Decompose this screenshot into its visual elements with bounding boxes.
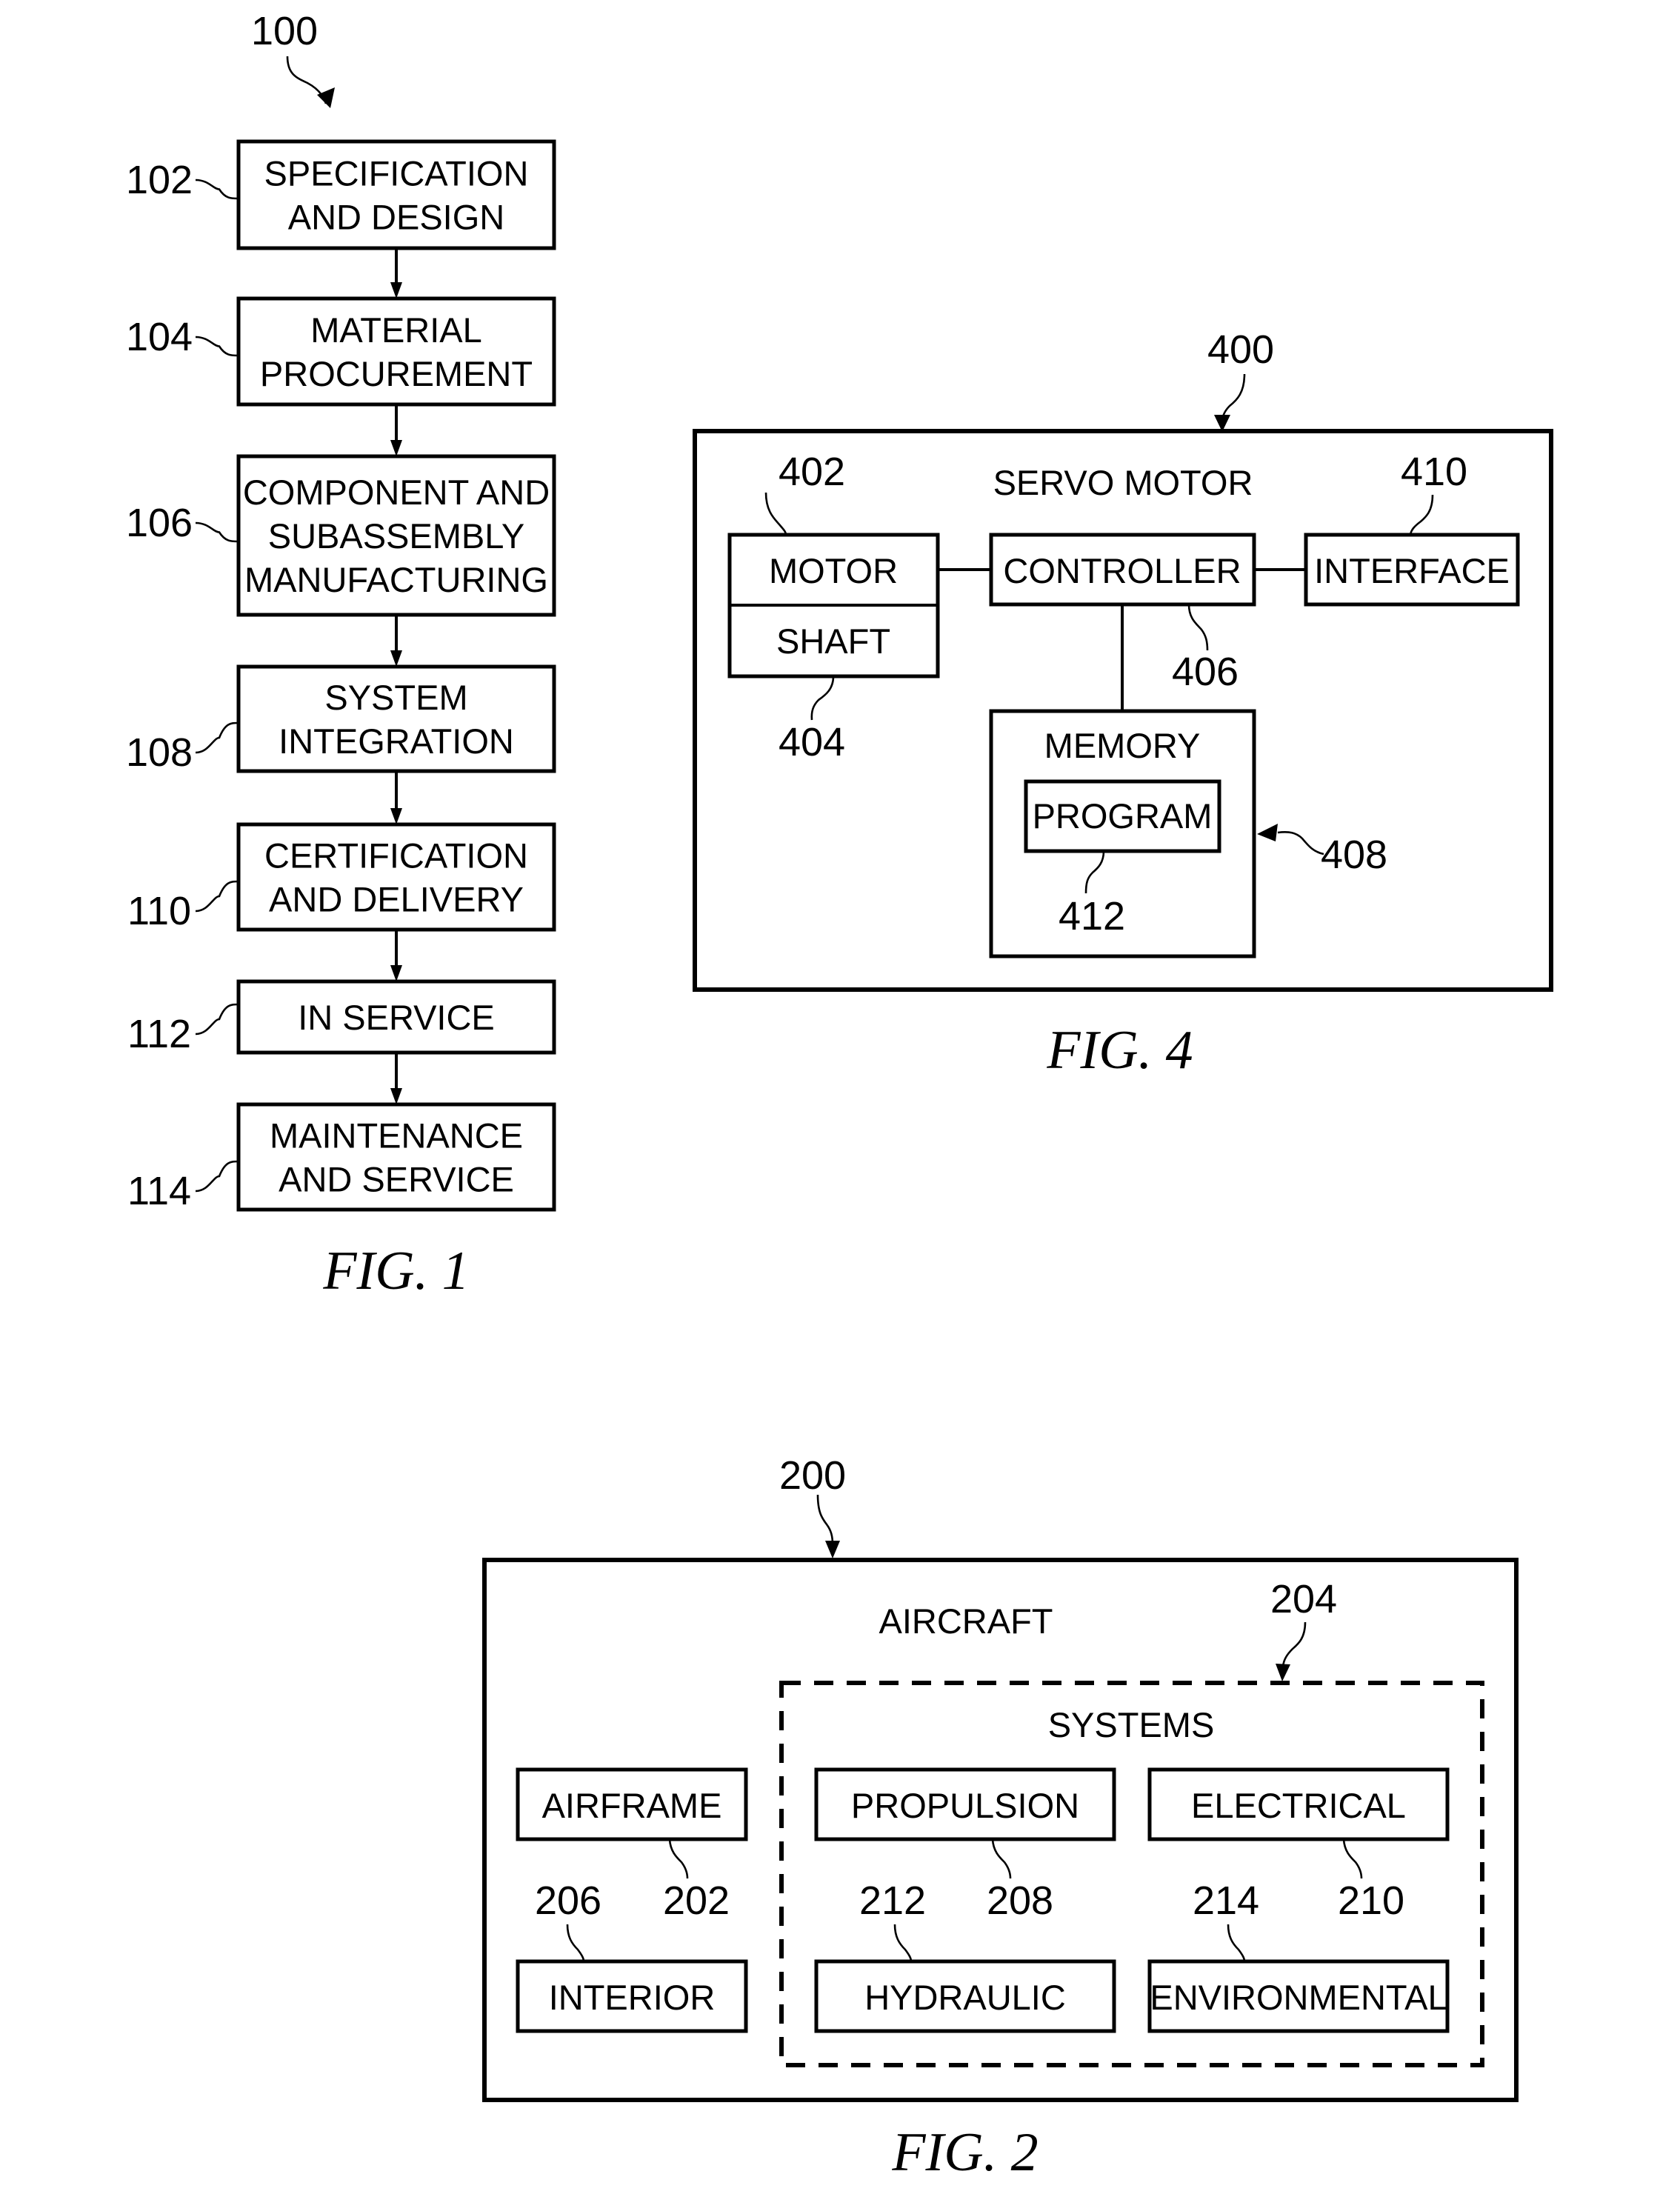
- aircraft-title: AIRCRAFT: [879, 1601, 1053, 1641]
- flow-step-ref: 114: [127, 1169, 191, 1213]
- flow-step-label: MAINTENANCE: [270, 1116, 523, 1156]
- flow-step-ref-leader: [195, 880, 239, 913]
- flow-step-label: AND DELIVERY: [269, 880, 524, 919]
- fig1-ref-label: 100: [251, 9, 318, 53]
- controller-label: CONTROLLER: [1003, 551, 1241, 590]
- electrical-ref: 210: [1338, 1878, 1404, 1923]
- servo-motor-title: SERVO MOTOR: [993, 463, 1253, 502]
- fig4-caption: FIG. 4: [1046, 1020, 1193, 1081]
- systems-ref: 204: [1270, 1577, 1337, 1621]
- flow-step-label: SUBASSEMBLY: [268, 516, 525, 556]
- flow-arrowhead-icon: [390, 282, 402, 299]
- airframe-ref: 202: [663, 1878, 730, 1923]
- memory-label: MEMORY: [1044, 726, 1201, 765]
- fig4-ref-label: 400: [1207, 327, 1274, 372]
- flow-step-label: MATERIAL: [310, 310, 482, 350]
- flow-step-label: SYSTEM: [324, 678, 467, 717]
- shaft-ref: 404: [779, 720, 845, 764]
- motor-ref: 402: [779, 450, 845, 494]
- controller-ref: 406: [1172, 650, 1239, 694]
- patent-drawing-sheet: 100 SPECIFICATION AND DESIGN 102 MATERIAL PR…: [126, 9, 1553, 2183]
- memory-ref: 408: [1321, 833, 1387, 877]
- hydraulic-ref: 212: [859, 1878, 926, 1923]
- flow-step-label: CERTIFICATION: [264, 836, 528, 876]
- program-ref: 412: [1059, 894, 1125, 938]
- systems-label: SYSTEMS: [1048, 1705, 1215, 1744]
- flow-step-ref-leader: [195, 179, 239, 200]
- flow-step-ref-leader: [195, 521, 239, 543]
- interior-ref: 206: [535, 1878, 601, 1923]
- airframe-label: AIRFRAME: [542, 1786, 722, 1825]
- flow-step-ref: 112: [127, 1012, 191, 1056]
- figure-1-flowchart: 100 SPECIFICATION AND DESIGN 102 MATERIAL PR…: [126, 9, 556, 1301]
- flow-arrowhead-icon: [390, 650, 402, 667]
- fig2-caption: FIG. 2: [891, 2122, 1038, 2183]
- flow-step-ref-leader: [195, 1003, 239, 1036]
- fig1-ref-arrowhead-icon: [317, 87, 335, 108]
- environmental-label: ENVIRONMENTAL: [1150, 1978, 1447, 2017]
- propulsion-ref: 208: [987, 1878, 1053, 1923]
- flow-arrowhead-icon: [390, 440, 402, 456]
- flow-step-label: IN SERVICE: [298, 998, 495, 1037]
- program-label: PROGRAM: [1033, 796, 1213, 836]
- figure-2-aircraft: 200 AIRCRAFT SYSTEMS 204 AIRFRAME 202 IN…: [482, 1453, 1519, 2183]
- flow-step-ref-leader: [195, 336, 239, 357]
- flow-step-label: SPECIFICATION: [264, 154, 529, 193]
- flow-arrowhead-icon: [390, 808, 402, 824]
- flow-arrowhead-icon: [390, 965, 402, 981]
- flow-step-ref: 102: [126, 158, 193, 202]
- flow-step-label: AND SERVICE: [279, 1160, 514, 1199]
- motor-label: MOTOR: [769, 551, 898, 590]
- fig2-ref-arrowhead-icon: [825, 1541, 840, 1558]
- flow-step-label: AND DESIGN: [288, 198, 505, 237]
- shaft-label: SHAFT: [776, 621, 890, 661]
- flow-step-label: INTEGRATION: [279, 721, 514, 761]
- flow-step-ref-leader: [195, 1160, 239, 1193]
- fig1-caption: FIG. 1: [322, 1241, 469, 1301]
- flow-step-label: MANUFACTURING: [244, 560, 548, 599]
- flow-step-ref: 108: [126, 730, 193, 775]
- fig2-ref-leader: [816, 1494, 834, 1545]
- flow-step-ref-leader: [195, 721, 239, 754]
- propulsion-label: PROPULSION: [851, 1786, 1079, 1825]
- interface-ref: 410: [1401, 450, 1467, 494]
- environmental-ref: 214: [1193, 1878, 1259, 1923]
- fig2-ref-label: 200: [779, 1453, 846, 1498]
- flow-step-label: COMPONENT AND: [243, 473, 550, 512]
- hydraulic-label: HYDRAULIC: [864, 1978, 1066, 2017]
- flow-step-label: PROCUREMENT: [260, 354, 533, 393]
- electrical-label: ELECTRICAL: [1191, 1786, 1406, 1825]
- interior-label: INTERIOR: [549, 1978, 716, 2017]
- flow-step-ref: 106: [126, 501, 193, 545]
- figure-4-servo-motor: 400 SERVO MOTOR MOTOR SHAFT 402 404 CONT…: [693, 327, 1553, 1081]
- flow-step-ref: 110: [127, 889, 191, 933]
- interface-label: INTERFACE: [1314, 551, 1510, 590]
- flow-arrowhead-icon: [390, 1088, 402, 1104]
- flow-step-ref: 104: [126, 315, 193, 359]
